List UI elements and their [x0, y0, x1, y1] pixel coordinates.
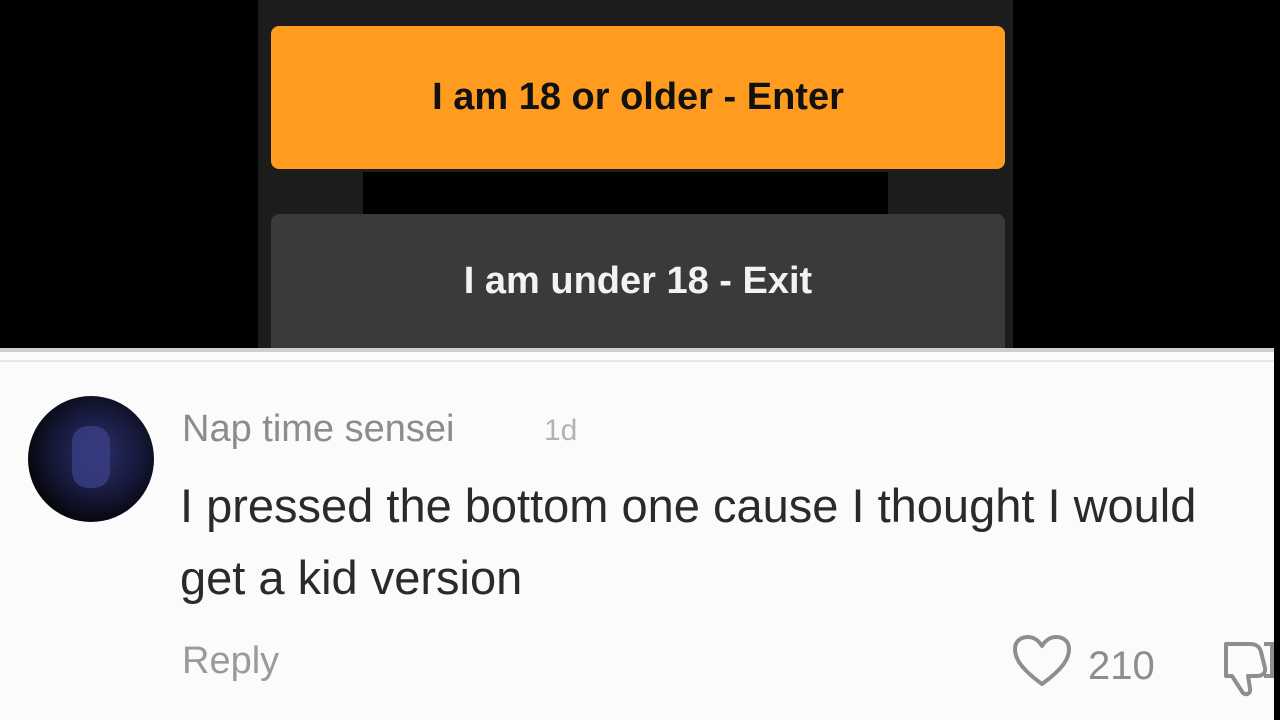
exit-button[interactable]: I am under 18 - Exit [271, 214, 1005, 348]
avatar[interactable] [28, 396, 154, 522]
enter-button-label: I am 18 or older - Enter [432, 76, 844, 118]
comment-text: I pressed the bottom one cause I thought… [180, 479, 1197, 604]
comment-card: Nap time sensei 1d I pressed the bottom … [0, 348, 1274, 720]
like-control[interactable]: 210 [1012, 634, 1155, 698]
exit-button-label: I am under 18 - Exit [463, 259, 813, 302]
enter-button[interactable]: I am 18 or older - Enter [271, 26, 1005, 169]
reply-button[interactable]: Reply [182, 640, 279, 683]
avatar-figure [72, 426, 110, 488]
heart-icon[interactable] [1012, 634, 1072, 698]
comment-username[interactable]: Nap time sensei [182, 408, 454, 451]
like-count: 210 [1088, 643, 1155, 688]
comment-timestamp: 1d [544, 414, 578, 447]
redaction-bar [363, 172, 888, 214]
thumbs-down-icon[interactable] [1220, 638, 1274, 698]
